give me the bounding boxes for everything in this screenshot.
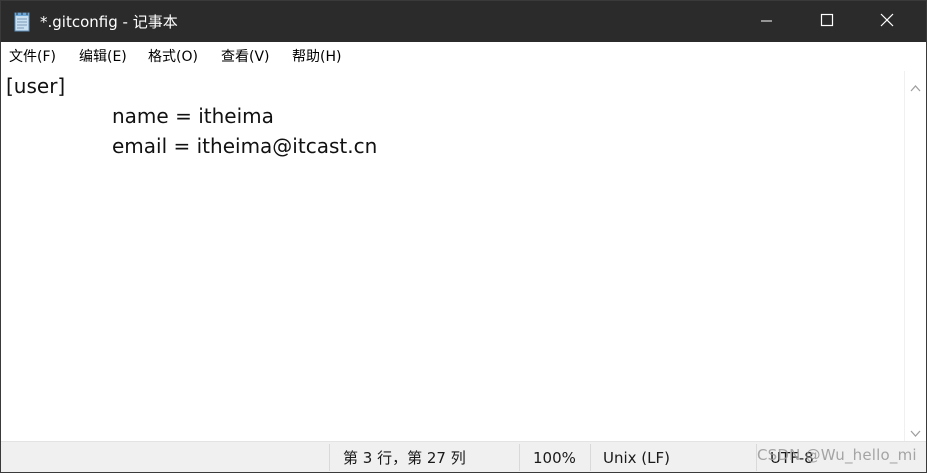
editor-line: [user]: [6, 74, 66, 98]
status-divider: [590, 444, 591, 471]
menu-format[interactable]: 格式(O): [148, 47, 198, 67]
close-icon: [880, 12, 894, 31]
menu-edit[interactable]: 编辑(E): [79, 47, 127, 67]
scroll-down-icon[interactable]: [910, 423, 921, 442]
menu-view[interactable]: 查看(V): [221, 47, 270, 67]
maximize-button[interactable]: [804, 1, 850, 42]
close-button[interactable]: [864, 1, 910, 42]
menu-bar: 文件(F) 编辑(E) 格式(O) 查看(V) 帮助(H): [1, 42, 926, 72]
text-editor[interactable]: [user] name = itheima email = itheima@it…: [1, 71, 904, 441]
minimize-icon: [761, 12, 773, 31]
notepad-icon: [13, 11, 31, 32]
editor-line: email = itheima@itcast.cn: [112, 134, 378, 158]
line-ending: Unix (LF): [603, 449, 670, 467]
status-divider: [519, 444, 520, 471]
maximize-icon: [820, 12, 834, 31]
vertical-scrollbar[interactable]: [904, 71, 926, 442]
zoom-level: 100%: [533, 449, 576, 467]
editor-line: name = itheima: [112, 104, 274, 128]
status-divider: [329, 444, 330, 471]
notepad-window: *.gitconfig - 记事本 文件(F) 编辑(E) 格式(O) 查看(V…: [0, 0, 927, 473]
scroll-up-icon[interactable]: [910, 77, 921, 96]
menu-file[interactable]: 文件(F): [9, 47, 56, 67]
menu-help[interactable]: 帮助(H): [292, 47, 341, 67]
window-title: *.gitconfig - 记事本: [40, 13, 178, 31]
cursor-position: 第 3 行，第 27 列: [343, 449, 466, 467]
title-bar[interactable]: *.gitconfig - 记事本: [1, 1, 926, 42]
minimize-button[interactable]: [744, 1, 790, 42]
watermark: CSDN @Wu_hello_mi: [757, 446, 917, 464]
